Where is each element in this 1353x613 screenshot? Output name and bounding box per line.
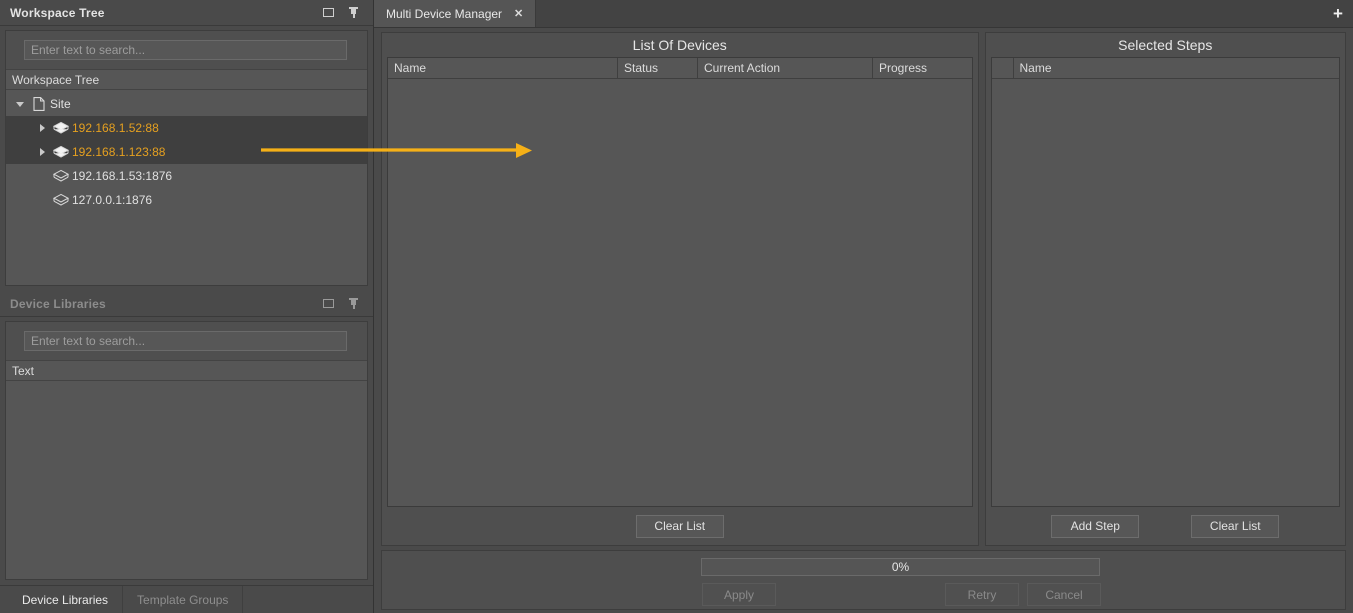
chevron-right-icon[interactable] [34,148,50,156]
column-header-name[interactable]: Name [388,58,618,78]
tree-item[interactable]: 192.168.1.53:1876 [6,164,367,188]
tree-item[interactable]: 127.0.0.1:1876 [6,188,367,212]
tree-item-label: 192.168.1.123:88 [72,145,165,159]
device-libraries-body: Text [5,321,368,580]
left-sidebar: Workspace Tree Workspace Tree Site192.16… [0,0,374,613]
progress-bar: 0% [701,558,1100,576]
workspace-tree-panel: Workspace Tree Workspace Tree Site192.16… [0,0,373,291]
devices-actions: Clear List [382,507,978,545]
main-area: Multi Device Manager ✕ + List Of Devices… [374,0,1353,613]
restore-icon[interactable] [323,8,334,17]
retry-button[interactable]: Retry [945,583,1019,606]
devices-grid-header: NameStatusCurrent ActionProgress [388,58,972,79]
workspace-search-input[interactable] [24,40,347,60]
tree-item[interactable]: 192.168.1.123:88 [6,140,367,164]
device-outline-icon [50,193,72,207]
chevron-down-icon[interactable] [12,102,28,107]
add-step-button[interactable]: Add Step [1051,515,1139,538]
pin-icon[interactable] [348,298,359,309]
sidebar-tab-template-groups[interactable]: Template Groups [123,586,243,613]
tree-item-label: 192.168.1.52:88 [72,121,159,135]
tree-item-label: Site [50,97,71,111]
workspace-tree-list[interactable]: Site192.168.1.52:88 192.168.1.123:88 192.1… [6,90,367,285]
app-window: Workspace Tree Workspace Tree Site192.16… [0,0,1353,613]
apply-button[interactable]: Apply [702,583,776,606]
chevron-right-icon[interactable] [34,124,50,132]
cancel-button[interactable]: Cancel [1027,583,1101,606]
close-icon[interactable]: ✕ [512,7,525,20]
tab-label: Multi Device Manager [386,7,502,21]
tree-item[interactable]: 192.168.1.52:88 [6,116,367,140]
device-libraries-header: Device Libraries [0,291,373,317]
column-header-name[interactable]: Name [1014,58,1340,78]
libraries-search-wrap [6,322,367,360]
progress-label: 0% [892,560,909,574]
workspace-tree-body: Workspace Tree Site192.168.1.52:88 192.16… [5,30,368,286]
steps-actions: Add Step Clear List [986,507,1346,545]
device-filled-icon [50,121,72,135]
pin-icon[interactable] [348,7,359,18]
column-header-blank[interactable] [992,58,1014,78]
progress-footer: 0% Apply Retry Cancel [381,550,1346,610]
sidebar-tab-strip: Device LibrariesTemplate Groups [0,585,373,613]
workspace-tree-header: Workspace Tree [0,0,373,26]
device-libraries-panel: Device Libraries Text Device LibrariesTe… [0,291,373,613]
document-icon [28,97,50,111]
libraries-list[interactable] [6,381,367,579]
workspace-columns: List Of Devices NameStatusCurrent Action… [374,28,1353,546]
column-header-progress[interactable]: Progress [873,58,972,78]
device-filled-icon [50,145,72,159]
workspace-search-wrap [6,31,367,69]
steps-grid: Name [991,57,1341,507]
list-of-devices-title: List Of Devices [382,33,978,57]
steps-clear-list-button[interactable]: Clear List [1191,515,1279,538]
devices-grid-body[interactable] [388,79,972,506]
devices-grid: NameStatusCurrent ActionProgress [387,57,973,507]
workspace-list-header: Workspace Tree [6,69,367,90]
document-tab-bar: Multi Device Manager ✕ + [374,0,1353,28]
device-libraries-header-icons [323,298,365,309]
workspace-tree-header-icons [323,7,365,18]
list-of-devices-panel: List Of Devices NameStatusCurrent Action… [381,32,979,546]
device-libraries-title: Device Libraries [10,297,323,311]
tree-item[interactable]: Site [6,92,367,116]
devices-clear-list-button[interactable]: Clear List [636,515,724,538]
tree-item-label: 127.0.0.1:1876 [72,193,152,207]
tree-item-label: 192.168.1.53:1876 [72,169,172,183]
sidebar-tab-device-libraries[interactable]: Device Libraries [8,586,123,613]
column-header-status[interactable]: Status [618,58,698,78]
plus-icon[interactable]: + [1323,0,1353,27]
selected-steps-panel: Selected Steps Name Add Step Clear List [985,32,1347,546]
column-header-current-action[interactable]: Current Action [698,58,873,78]
device-outline-icon [50,169,72,183]
restore-icon[interactable] [323,299,334,308]
steps-grid-header: Name [992,58,1340,79]
selected-steps-title: Selected Steps [986,33,1346,57]
tab-multi-device-manager[interactable]: Multi Device Manager ✕ [374,0,536,27]
workspace-tree-title: Workspace Tree [10,6,323,20]
libraries-list-header: Text [6,360,367,381]
steps-grid-body[interactable] [992,79,1340,506]
footer-buttons: Apply Retry Cancel [382,583,1345,607]
libraries-search-input[interactable] [24,331,347,351]
